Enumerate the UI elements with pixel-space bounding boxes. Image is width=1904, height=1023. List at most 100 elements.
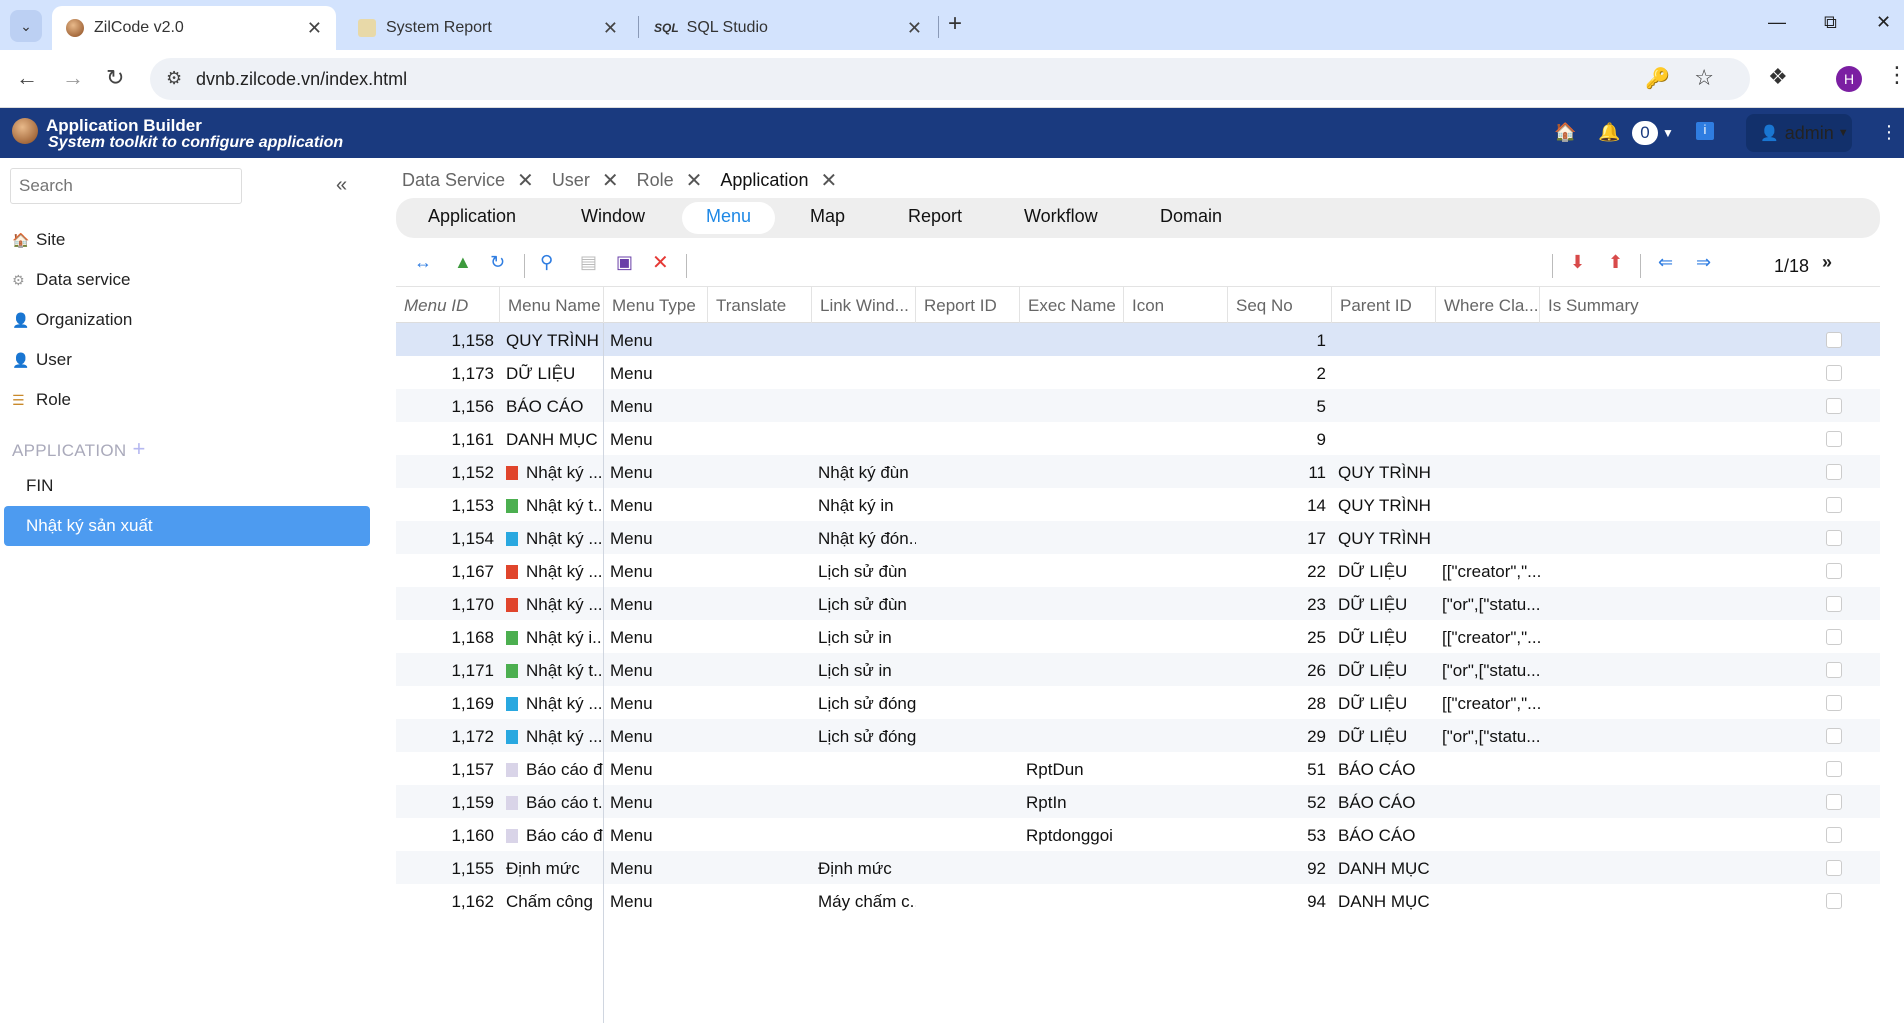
import-icon[interactable]: ⬇	[1570, 252, 1585, 273]
minimize-icon[interactable]: —	[1768, 12, 1786, 33]
table-row[interactable]: 1,152 Nhật ký ... Menu Nhật ký đùn 11 QUY TRÌ…	[396, 455, 1880, 488]
is-summary-checkbox[interactable]	[1826, 530, 1842, 546]
bell-icon[interactable]: 🔔	[1598, 122, 1620, 143]
save-icon[interactable]: ▣	[616, 252, 633, 273]
browser-menu-icon[interactable]: ⋮	[1886, 62, 1904, 88]
column-header-exec-name[interactable]: Exec Name	[1020, 287, 1124, 323]
reload-icon[interactable]: ↻	[106, 65, 124, 91]
search-icon[interactable]: ⚲	[540, 252, 553, 273]
table-row[interactable]: 1,161 DANH MỤC Menu 9	[396, 422, 1880, 455]
table-row[interactable]: 1,167 Nhật ký ... Menu Lịch sử đùn 22 DỮ LIỆU…	[396, 554, 1880, 587]
refresh-icon[interactable]: ↻	[490, 252, 505, 273]
close-icon[interactable]: ✕	[686, 168, 703, 193]
tab-domain[interactable]: Domain	[1160, 206, 1222, 227]
column-header-icon[interactable]: Icon	[1124, 287, 1228, 323]
column-header-translate[interactable]: Translate	[708, 287, 812, 323]
is-summary-checkbox[interactable]	[1826, 365, 1842, 381]
sidebar-app-fin[interactable]: FIN	[26, 476, 53, 496]
close-icon[interactable]: ✕	[517, 168, 534, 193]
extensions-puzzle-icon[interactable]: ❖	[1768, 64, 1788, 90]
back-arrow-icon[interactable]: ←	[16, 65, 38, 91]
table-row[interactable]: 1,170 Nhật ký ... Menu Lịch sử đùn 23 DỮ LIỆU…	[396, 587, 1880, 620]
browser-tab-zilcode[interactable]: ZilCode v2.0 ✕	[52, 6, 336, 50]
column-header-seq-no[interactable]: Seq No	[1228, 287, 1332, 323]
is-summary-checkbox[interactable]	[1826, 893, 1842, 909]
expand-icon[interactable]: ↔	[414, 252, 432, 273]
column-header-menu-type[interactable]: Menu Type	[604, 287, 708, 323]
user-menu[interactable]: 👤 admin ▼	[1746, 114, 1852, 152]
column-header-parent-id[interactable]: Parent ID	[1332, 287, 1436, 323]
sidebar-item-data-service[interactable]: ⚙ Data service	[12, 270, 130, 290]
tab-report[interactable]: Report	[908, 206, 962, 227]
table-row[interactable]: 1,171 Nhật ký t... Menu Lịch sử in 26 DỮ LIỆU…	[396, 653, 1880, 686]
is-summary-checkbox[interactable]	[1826, 728, 1842, 744]
tab-workflow[interactable]: Workflow	[1024, 206, 1098, 227]
is-summary-checkbox[interactable]	[1826, 596, 1842, 612]
open-tab-role[interactable]: Role ✕	[637, 168, 703, 193]
table-row[interactable]: 1,153 Nhật ký t... Menu Nhật ký in 14 QUY TRÌ…	[396, 488, 1880, 521]
add-application-plus-icon[interactable]: +	[132, 436, 145, 461]
tab-menu[interactable]: Menu	[682, 202, 776, 234]
is-summary-checkbox[interactable]	[1826, 563, 1842, 579]
omnibox[interactable]: ⚙ dvnb.zilcode.vn/index.html 🔑 ☆	[150, 58, 1750, 100]
notification-count-badge[interactable]: 0	[1632, 121, 1658, 145]
close-icon[interactable]: ✕	[307, 18, 322, 39]
close-icon[interactable]: ✕	[820, 168, 837, 193]
is-summary-checkbox[interactable]	[1826, 761, 1842, 777]
sidebar-item-role[interactable]: ☰ Role	[12, 390, 71, 410]
more-vertical-icon[interactable]: ⋮	[1880, 122, 1898, 143]
table-row[interactable]: 1,159 Báo cáo t... Menu RptIn 52 BÁO CÁO	[396, 785, 1880, 818]
tab-window[interactable]: Window	[581, 206, 645, 227]
is-summary-checkbox[interactable]	[1826, 860, 1842, 876]
column-header-menu-name[interactable]: Menu Name	[500, 287, 604, 323]
sidebar-item-site[interactable]: 🏠 Site	[12, 230, 65, 250]
open-tab-user[interactable]: User ✕	[552, 168, 619, 193]
table-row[interactable]: 1,169 Nhật ký ... Menu Lịch sử đóng... 28 DỮ …	[396, 686, 1880, 719]
table-row[interactable]: 1,160 Báo cáo đ... Menu Rptdonggoi 53 BÁO CÁO	[396, 818, 1880, 851]
browser-tab-system-report[interactable]: System Report ✕	[344, 6, 632, 50]
new-tab-plus-icon[interactable]: +	[948, 10, 962, 38]
url-text[interactable]: dvnb.zilcode.vn/index.html	[196, 69, 407, 90]
is-summary-checkbox[interactable]	[1826, 398, 1842, 414]
close-icon[interactable]: ✕	[602, 168, 619, 193]
profile-avatar[interactable]: H	[1836, 66, 1862, 92]
forward-arrow-icon[interactable]: →	[62, 65, 84, 91]
restore-icon[interactable]: ⧉	[1824, 12, 1837, 33]
column-header-is-summary[interactable]: Is Summary	[1540, 287, 1880, 323]
is-summary-checkbox[interactable]	[1826, 662, 1842, 678]
last-page-button[interactable]: »	[1822, 252, 1832, 273]
collapse-sidebar-icon[interactable]: «	[336, 174, 347, 197]
tab-search-button[interactable]: ⌄	[10, 10, 42, 42]
table-row[interactable]: 1,162 Chấm công Menu Máy chấm c... 94 DANH MỤ…	[396, 884, 1880, 917]
prev-page-icon[interactable]: ⇐	[1658, 252, 1673, 273]
is-summary-checkbox[interactable]	[1826, 332, 1842, 348]
tree-icon[interactable]: ▲	[454, 252, 472, 273]
table-row[interactable]: 1,172 Nhật ký ... Menu Lịch sử đóng... 29 DỮ …	[396, 719, 1880, 752]
table-row[interactable]: 1,156 BÁO CÁO Menu 5	[396, 389, 1880, 422]
sidebar-app-nhat-ky-san-xuat[interactable]: Nhật ký sản xuất	[4, 506, 370, 546]
column-header-report-id[interactable]: Report ID	[916, 287, 1020, 323]
caret-down-icon[interactable]: ▼	[1662, 126, 1674, 140]
home-icon[interactable]: 🏠	[1554, 122, 1576, 143]
window-close-icon[interactable]: ✕	[1876, 12, 1891, 33]
export-icon[interactable]: ⬆	[1608, 252, 1623, 273]
is-summary-checkbox[interactable]	[1826, 497, 1842, 513]
sidebar-item-user[interactable]: 👤 User	[12, 350, 72, 370]
tab-application[interactable]: Application	[428, 206, 516, 227]
tab-map[interactable]: Map	[810, 206, 845, 227]
table-row[interactable]: 1,158 QUY TRÌNH Menu 1	[396, 323, 1880, 356]
column-header-menu-id[interactable]: Menu ID	[396, 287, 500, 323]
table-row[interactable]: 1,154 Nhật ký ... Menu Nhật ký đón... 17 QUY …	[396, 521, 1880, 554]
sidebar-item-organization[interactable]: 👤 Organization	[12, 310, 132, 330]
info-icon[interactable]: i	[1696, 122, 1714, 140]
bookmark-star-icon[interactable]: ☆	[1694, 65, 1714, 91]
table-row[interactable]: 1,157 Báo cáo đ... Menu RptDun 51 BÁO CÁO	[396, 752, 1880, 785]
close-icon[interactable]: ✕	[907, 18, 922, 39]
search-input[interactable]	[10, 168, 242, 204]
browser-tab-sql-studio[interactable]: SQL SQL Studio ✕	[640, 6, 936, 50]
is-summary-checkbox[interactable]	[1826, 629, 1842, 645]
password-key-icon[interactable]: 🔑	[1645, 66, 1670, 91]
is-summary-checkbox[interactable]	[1826, 794, 1842, 810]
is-summary-checkbox[interactable]	[1826, 431, 1842, 447]
open-tab-application[interactable]: Application ✕	[720, 168, 837, 193]
